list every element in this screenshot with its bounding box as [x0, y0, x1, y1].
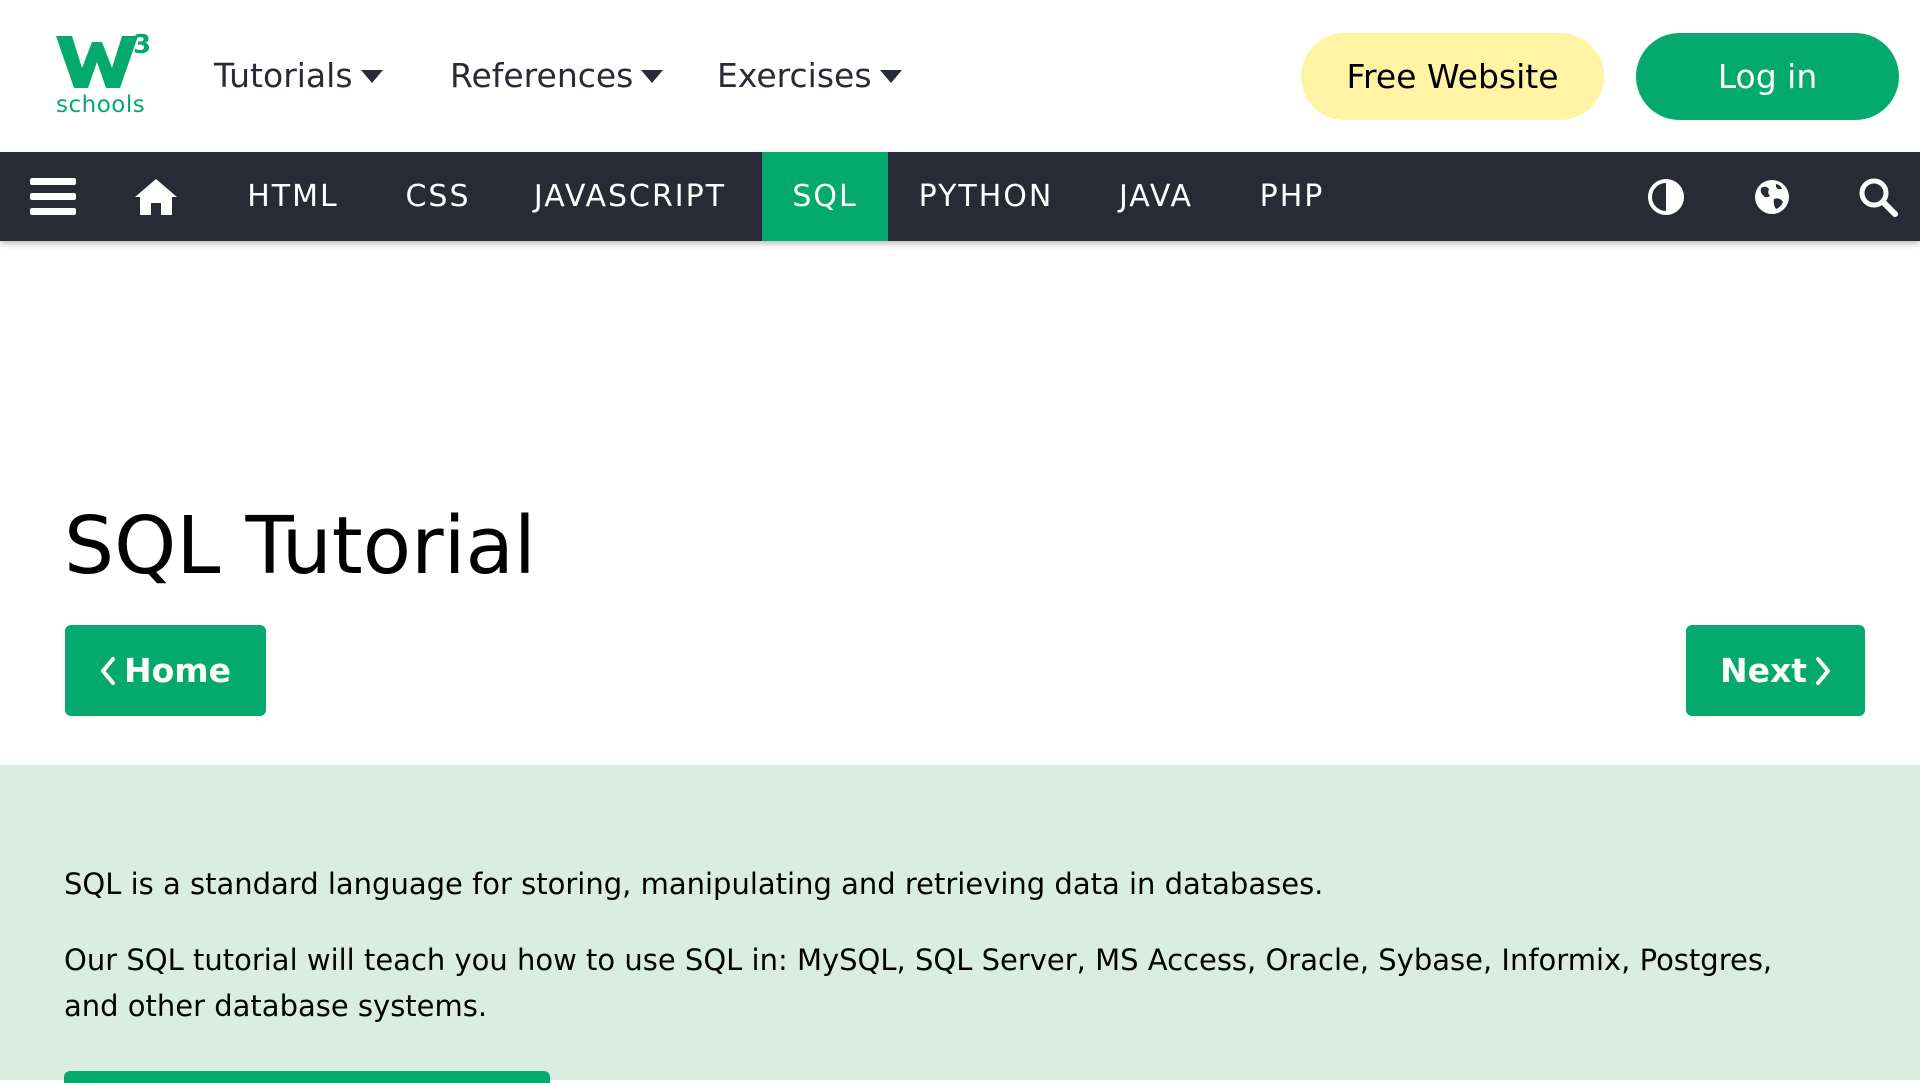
chevron-right-icon — [1816, 656, 1831, 685]
nav-php[interactable]: PHP — [1240, 152, 1344, 241]
free-website-button[interactable]: Free Website — [1301, 33, 1604, 120]
w-logo-mark — [56, 36, 138, 88]
w3schools-logo[interactable]: 3 schools — [54, 30, 154, 122]
top-header: 3 schools Tutorials References Exercises… — [0, 0, 1920, 152]
home-icon[interactable] — [134, 152, 178, 241]
references-label: References — [450, 55, 634, 95]
contrast-icon[interactable] — [1646, 152, 1686, 241]
references-menu[interactable]: References — [450, 52, 664, 98]
nav-html[interactable]: HTML — [224, 152, 362, 241]
next-button-label: Next — [1719, 651, 1808, 690]
chevron-left-icon — [100, 656, 115, 685]
next-button[interactable]: Next — [1686, 625, 1865, 716]
nav-sql[interactable]: SQL — [762, 152, 888, 241]
search-icon[interactable] — [1857, 152, 1899, 241]
chevron-down-icon — [360, 70, 383, 83]
intro-paragraph-1: SQL is a standard language for storing, … — [64, 867, 1324, 901]
tutorials-label: Tutorials — [214, 55, 353, 95]
exercises-menu[interactable]: Exercises — [717, 52, 902, 98]
logo-wordmark: schools — [56, 92, 146, 118]
login-button[interactable]: Log in — [1636, 33, 1899, 120]
page-title: SQL Tutorial — [64, 500, 536, 592]
menu-icon[interactable] — [28, 152, 78, 241]
logo-superscript: 3 — [133, 30, 152, 60]
chevron-down-icon — [879, 70, 902, 83]
intro-section: SQL is a standard language for storing, … — [0, 765, 1920, 1080]
nav-javascript[interactable]: JAVASCRIPT — [512, 152, 748, 241]
globe-icon[interactable] — [1752, 152, 1792, 241]
nav-python[interactable]: PYTHON — [900, 152, 1072, 241]
exercises-label: Exercises — [717, 55, 872, 95]
chevron-down-icon — [641, 70, 664, 83]
previous-button-label: Home — [123, 651, 232, 690]
nav-css[interactable]: CSS — [378, 152, 498, 241]
start-learning-button[interactable] — [64, 1071, 550, 1083]
nav-java[interactable]: JAVA — [1098, 152, 1214, 241]
intro-paragraph-2: Our SQL tutorial will teach you how to u… — [64, 943, 1773, 1023]
tutorials-menu[interactable]: Tutorials — [214, 52, 383, 98]
tutorial-nav-bar: HTML CSS JAVASCRIPT SQL PYTHON JAVA PHP — [0, 152, 1920, 241]
previous-home-button[interactable]: Home — [65, 625, 266, 716]
